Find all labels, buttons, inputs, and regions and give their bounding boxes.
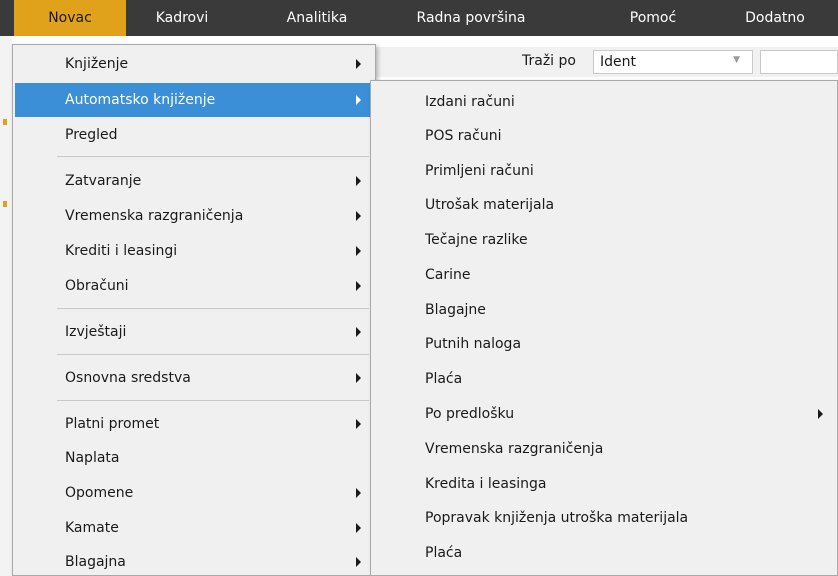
submenu-item-putnih-naloga[interactable]: Putnih naloga bbox=[373, 327, 835, 361]
submenu-item-pos-racuni[interactable]: POS računi bbox=[373, 119, 835, 153]
menu-pomoc[interactable]: Pomoć bbox=[614, 0, 692, 36]
left-edge-marker bbox=[3, 119, 7, 125]
menu-item-knjizenje[interactable]: Knjiženje bbox=[15, 47, 373, 81]
submenu-item-label: Kredita i leasinga bbox=[425, 476, 547, 492]
menu-item-label: Naplata bbox=[65, 450, 120, 466]
menu-item-vremenska-razgranicenja[interactable]: Vremenska razgraničenja bbox=[15, 199, 373, 233]
search-by-select[interactable]: Ident ▼ bbox=[593, 50, 753, 74]
menu-item-pregled[interactable]: Pregled bbox=[15, 118, 373, 152]
menu-bar: Novac Kadrovi Analitika Radna površina P… bbox=[0, 0, 838, 36]
menu-item-label: Izvještaji bbox=[65, 324, 127, 340]
menu-pomoc-label: Pomoć bbox=[629, 10, 677, 26]
menu-item-izvjestaji[interactable]: Izvještaji bbox=[15, 315, 373, 349]
menu-item-label: Knjiženje bbox=[65, 56, 129, 72]
menu-item-automatsko-knjizenje[interactable]: Automatsko knjiženje bbox=[15, 83, 373, 117]
menu-item-obracuni[interactable]: Obračuni bbox=[15, 269, 373, 303]
submenu-item-label: Po predlošku bbox=[425, 406, 515, 422]
left-edge-marker bbox=[3, 201, 7, 207]
submenu-item-label: Izdani računi bbox=[425, 94, 515, 110]
submenu-item-tecajne-razlike[interactable]: Tečajne razlike bbox=[373, 223, 835, 257]
submenu-arrow-icon bbox=[356, 95, 361, 105]
menu-item-label: Krediti i leasingi bbox=[65, 243, 178, 259]
menu-item-platni-promet[interactable]: Platni promet bbox=[15, 407, 373, 441]
submenu-arrow-icon bbox=[356, 59, 361, 69]
menu-item-krediti-i-leasingi[interactable]: Krediti i leasingi bbox=[15, 234, 373, 268]
submenu-item-utrosak-materijala[interactable]: Utrošak materijala bbox=[373, 188, 835, 222]
submenu-arrow-icon bbox=[356, 176, 361, 186]
menu-separator bbox=[57, 156, 369, 157]
submenu-item-label: Utrošak materijala bbox=[425, 197, 555, 213]
submenu-item-label: Tečajne razlike bbox=[425, 232, 528, 248]
submenu-item-label: Primljeni računi bbox=[425, 163, 534, 179]
menu-item-label: Pregled bbox=[65, 127, 118, 143]
submenu-arrow-icon bbox=[356, 281, 361, 291]
submenu-arrow-icon bbox=[356, 246, 361, 256]
submenu-item-primljeni-racuni[interactable]: Primljeni računi bbox=[373, 154, 835, 188]
menu-novac-label: Novac bbox=[48, 10, 92, 26]
submenu-item-label: Vremenska razgraničenja bbox=[425, 441, 604, 457]
submenu-item-po-predlosku[interactable]: Po predlošku bbox=[373, 397, 835, 431]
search-input[interactable] bbox=[760, 50, 838, 74]
submenu-item-label: Plaća bbox=[425, 545, 463, 561]
menu-kadrovi[interactable]: Kadrovi bbox=[140, 0, 224, 36]
submenu-arrow-icon bbox=[356, 211, 361, 221]
menu-separator bbox=[57, 308, 369, 309]
menu-item-label: Platni promet bbox=[65, 416, 160, 432]
submenu-item-vremenska-razgranicenja[interactable]: Vremenska razgraničenja bbox=[373, 432, 835, 466]
menu-kadrovi-label: Kadrovi bbox=[155, 10, 209, 26]
menu-separator bbox=[57, 354, 369, 355]
automatsko-knjizenje-submenu: Izdani računi POS računi Primljeni račun… bbox=[370, 80, 838, 576]
submenu-item-popravak-knjizenja[interactable]: Popravak knjiženja utroška materijala bbox=[373, 501, 835, 535]
menu-item-label: Zatvaranje bbox=[65, 173, 142, 189]
menu-item-opomene[interactable]: Opomene bbox=[15, 476, 373, 510]
submenu-item-label: Putnih naloga bbox=[425, 336, 522, 352]
submenu-arrow-icon bbox=[356, 488, 361, 498]
submenu-arrow-icon bbox=[356, 419, 361, 429]
submenu-item-kredita-i-leasinga[interactable]: Kredita i leasinga bbox=[373, 467, 835, 501]
left-panel-edge bbox=[0, 36, 12, 576]
submenu-arrow-icon bbox=[356, 373, 361, 383]
menu-novac[interactable]: Novac bbox=[14, 0, 126, 36]
submenu-item-blagajne[interactable]: Blagajne bbox=[373, 293, 835, 327]
search-by-value: Ident bbox=[600, 54, 636, 70]
menu-item-label: Vremenska razgraničenja bbox=[65, 208, 244, 224]
submenu-item-label: Plaća bbox=[425, 371, 463, 387]
menu-item-naplata[interactable]: Naplata bbox=[15, 441, 373, 475]
search-by-label: Traži po bbox=[522, 53, 576, 69]
submenu-item-placa-2[interactable]: Plaća bbox=[373, 536, 835, 570]
submenu-item-label: Blagajne bbox=[425, 302, 486, 318]
menu-item-osnovna-sredstva[interactable]: Osnovna sredstva bbox=[15, 361, 373, 395]
menu-analitika[interactable]: Analitika bbox=[272, 0, 362, 36]
submenu-arrow-icon bbox=[356, 557, 361, 567]
menu-separator bbox=[57, 400, 369, 401]
menu-radna-povrsina[interactable]: Radna površina bbox=[402, 0, 540, 36]
menu-item-label: Kamate bbox=[65, 520, 119, 536]
novac-dropdown-menu: Knjiženje Automatsko knjiženje Pregled Z… bbox=[12, 44, 376, 576]
submenu-arrow-icon bbox=[356, 327, 361, 337]
menu-dodatno[interactable]: Dodatno bbox=[730, 0, 820, 36]
submenu-item-izdani-racuni[interactable]: Izdani računi bbox=[373, 85, 835, 119]
menu-item-blagajna[interactable]: Blagajna bbox=[15, 545, 373, 576]
menu-analitika-label: Analitika bbox=[286, 10, 348, 26]
menu-item-label: Obračuni bbox=[65, 278, 129, 294]
chevron-down-icon: ▼ bbox=[733, 55, 740, 65]
menu-item-label: Blagajna bbox=[65, 554, 126, 570]
menu-item-zatvaranje[interactable]: Zatvaranje bbox=[15, 164, 373, 198]
submenu-item-placa[interactable]: Plaća bbox=[373, 362, 835, 396]
submenu-item-label: Popravak knjiženja utroška materijala bbox=[425, 510, 689, 526]
app-window: Traži po Ident ▼ Novac Kadrovi Analitika… bbox=[0, 0, 838, 576]
menu-item-label: Opomene bbox=[65, 485, 134, 501]
menu-radna-povrsina-label: Radna površina bbox=[416, 10, 526, 26]
submenu-item-label: POS računi bbox=[425, 128, 502, 144]
submenu-item-carine[interactable]: Carine bbox=[373, 258, 835, 292]
submenu-arrow-icon bbox=[818, 409, 823, 419]
menu-dodatno-label: Dodatno bbox=[745, 10, 805, 26]
submenu-arrow-icon bbox=[356, 523, 361, 533]
menu-item-label: Osnovna sredstva bbox=[65, 370, 191, 386]
submenu-item-label: Carine bbox=[425, 267, 471, 283]
menu-item-kamate[interactable]: Kamate bbox=[15, 511, 373, 545]
menu-item-label: Automatsko knjiženje bbox=[65, 92, 216, 108]
